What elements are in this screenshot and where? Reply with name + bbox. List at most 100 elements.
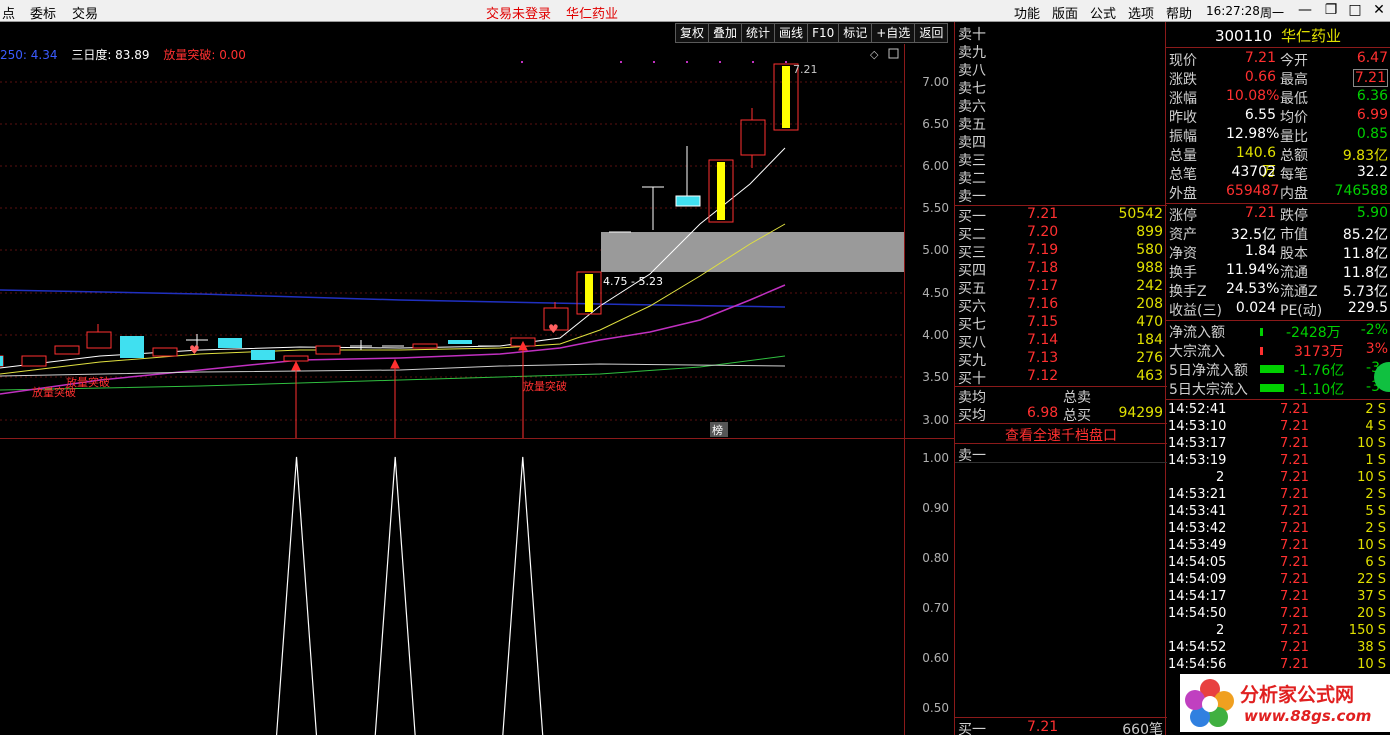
price-tick: 4.00 [922, 328, 949, 342]
restore-icon[interactable]: ❐ [1322, 2, 1340, 18]
tb-draw-button[interactable]: 画线 [774, 23, 809, 43]
bid-row[interactable]: 买七 7.15 470 [955, 314, 1167, 333]
bid-label: 买一 [958, 209, 986, 225]
minimize-icon[interactable]: — [1296, 2, 1314, 18]
price-tick: 5.00 [922, 243, 949, 257]
bid-row[interactable]: 买十 7.12 463 [955, 368, 1167, 387]
bid-volume: 276 [1136, 350, 1163, 366]
ask-label: 卖七 [958, 81, 986, 97]
bang-badge[interactable]: 榜 [712, 423, 723, 437]
bid-row[interactable]: 买五 7.17 242 [955, 278, 1167, 297]
trade-login-status[interactable]: 交易未登录 [486, 3, 551, 22]
signal-spike [374, 456, 416, 735]
ask-row[interactable]: 卖八 [955, 60, 1167, 79]
flow-row[interactable]: 净流入额 -2428万 -2% [1166, 322, 1390, 341]
avg-sell-label: 卖均 [958, 390, 986, 406]
diamond-icon[interactable]: ◇ [870, 48, 879, 61]
candle [412, 343, 438, 349]
bid-label: 买六 [958, 299, 986, 315]
ask-row[interactable]: 卖六 [955, 96, 1167, 115]
tb-stats-button[interactable]: 统计 [741, 23, 776, 43]
svg-text:♥: ♥ [548, 322, 559, 336]
bid-price: 7.17 [1027, 278, 1059, 294]
tick-row: 14:53:21 7.21 2 S [1168, 487, 1386, 502]
menu-item-weibiao[interactable]: 委标 [30, 3, 56, 22]
panel-toggle-icon[interactable] [888, 48, 899, 59]
signal-spike [502, 456, 544, 735]
svg-text:♥: ♥ [189, 343, 200, 357]
ask-row[interactable]: 卖三 [955, 150, 1167, 169]
menu-item-options[interactable]: 选项 [1128, 3, 1154, 22]
sub-tick: 0.70 [922, 601, 949, 615]
tick-row: 14:53:19 7.21 1 S [1168, 453, 1386, 468]
maximize-icon[interactable]: □ [1346, 2, 1364, 18]
quote-row: 净资 1.84 股本 11.8亿 [1169, 243, 1388, 262]
bid-row[interactable]: 买八 7.14 184 [955, 332, 1167, 351]
ask-row[interactable]: 卖九 [955, 42, 1167, 61]
tick-row: 14:54:09 7.21 22 S [1168, 572, 1386, 587]
quote-row: 涨停 7.21 跌停 5.90 [1169, 205, 1388, 224]
flow-row[interactable]: 大宗流入 3173万 3% [1166, 341, 1390, 360]
quote-row: 现价 7.21 今开 6.47 [1169, 50, 1388, 69]
quote-row: 收益(三) 0.024 PE(动) 229.5 [1169, 300, 1388, 319]
ask-row[interactable]: 卖七 [955, 78, 1167, 97]
price-tick: 7.00 [922, 75, 949, 89]
tb-back-button[interactable]: 返回 [914, 23, 949, 43]
menu-item-0[interactable]: 点 [2, 3, 15, 22]
bid-price: 7.14 [1027, 332, 1059, 348]
bid-label: 买五 [958, 281, 986, 297]
watermark-title: 分析家公式网 [1240, 684, 1355, 706]
ma-magenta-line [0, 284, 786, 395]
menu-item-function[interactable]: 功能 [1014, 3, 1040, 22]
bid-row[interactable]: 买二 7.20 899 [955, 224, 1167, 243]
ma250-line [0, 289, 786, 308]
total-sell-label: 总卖 [1063, 390, 1091, 406]
candle [448, 340, 472, 344]
range-label: 4.75 - 5.23 [603, 275, 663, 288]
close-icon[interactable]: ✕ [1370, 2, 1388, 18]
bid-row[interactable]: 买一 7.21 50542 [955, 206, 1167, 225]
menu-item-trade[interactable]: 交易 [72, 3, 98, 22]
bid-row[interactable]: 买九 7.13 276 [955, 350, 1167, 369]
ask-row[interactable]: 卖二 [955, 168, 1167, 187]
tb-overlay-button[interactable]: 叠加 [708, 23, 743, 43]
candle [152, 347, 178, 357]
bid-row[interactable]: 买六 7.16 208 [955, 296, 1167, 315]
quote-row: 总量 140.6万 总额 9.83亿 [1169, 145, 1388, 180]
ask-row[interactable]: 卖四 [955, 132, 1167, 151]
tb-f10-button[interactable]: F10 [807, 23, 840, 43]
tb-add-watch-button[interactable]: +自选 [871, 23, 916, 43]
price-tick: 3.50 [922, 370, 949, 384]
deep-bid-row: 买一 7.21 660笔 [955, 719, 1167, 735]
candle [675, 195, 701, 207]
tb-fuquan-button[interactable]: 复权 [675, 23, 710, 43]
bid-row[interactable]: 买三 7.19 580 [955, 242, 1167, 261]
tick-row: 14:53:10 7.21 4 S [1168, 419, 1386, 434]
menu-item-layout[interactable]: 版面 [1052, 3, 1078, 22]
flow-row[interactable]: 5日净流入额 -1.76亿 -3 [1166, 360, 1390, 379]
ask-label: 卖八 [958, 63, 986, 79]
bid-price: 7.12 [1027, 368, 1059, 384]
total-buy-label: 总买 [1063, 408, 1091, 424]
ma-green-line [0, 355, 786, 391]
candlestick-chart[interactable]: ◇ ♥ ♥ 7.21 4.75 - 5.23 放量突破 放量突破 放量突破 榜 [0, 44, 904, 438]
bid-row[interactable]: 买四 7.18 988 [955, 260, 1167, 279]
ask-row[interactable]: 卖五 [955, 114, 1167, 133]
menu-item-help[interactable]: 帮助 [1166, 3, 1192, 22]
candle [54, 345, 80, 355]
ask-label: 卖二 [958, 171, 986, 187]
tb-mark-button[interactable]: 标记 [838, 23, 873, 43]
sub-tick: 0.60 [922, 651, 949, 665]
ask-row[interactable]: 卖十 [955, 24, 1167, 43]
candles: ♥ ♥ [0, 63, 799, 367]
deep-book-link[interactable]: 查看全速千档盘口 [955, 425, 1167, 445]
watermark: 分析家公式网 www.88gs.com [1180, 674, 1390, 732]
bid-volume: 463 [1136, 368, 1163, 384]
quote-row: 换手Z 24.53% 流通Z 5.73亿 [1169, 281, 1388, 300]
flow-row[interactable]: 5日大宗流入 -1.10亿 -3 [1166, 379, 1390, 398]
bid-price: 7.16 [1027, 296, 1059, 312]
indicator-subchart[interactable] [0, 438, 904, 735]
ask-row[interactable]: 卖一 [955, 186, 1167, 205]
bid-volume: 50542 [1118, 206, 1163, 222]
menu-item-formula[interactable]: 公式 [1090, 3, 1116, 22]
